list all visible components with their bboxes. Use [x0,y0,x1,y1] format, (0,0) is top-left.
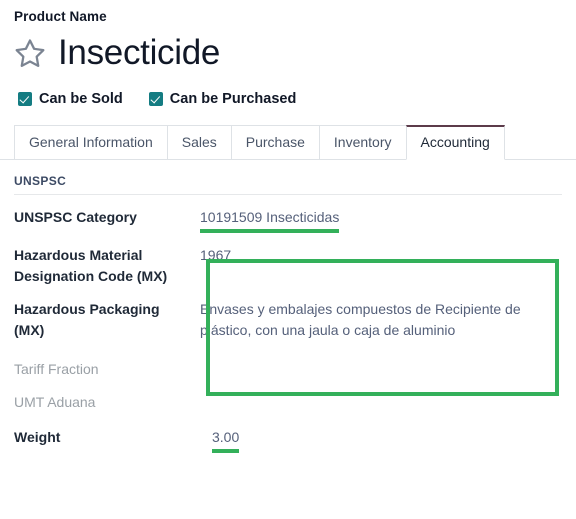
can-be-sold-group[interactable]: Can be Sold [18,91,123,107]
field-row-umt-aduana: UMT Aduana [14,392,562,413]
tab-accounting[interactable]: Accounting [405,125,505,160]
value-weight[interactable]: 3.00 [212,427,240,453]
value-tariff-fraction[interactable] [200,359,562,380]
value-umt-aduana[interactable] [200,392,562,413]
label-weight: Weight [14,429,61,445]
can-be-purchased-label: Can be Purchased [169,91,297,107]
title-row: Insecticide [14,31,562,75]
tab-sales[interactable]: Sales [166,125,232,160]
page-header: Product Name Insecticide [0,0,576,75]
field-row-weight: Weight 3.00 [14,427,562,453]
label-umt-aduana: UMT Aduana [14,394,96,410]
field-row-hazardous-packaging: Hazardous Packaging (MX) Envases y embal… [14,299,562,341]
can-be-purchased-checkbox[interactable] [148,92,163,106]
label-hazardous-packaging: Hazardous Packaging (MX) [14,301,160,338]
accounting-form: UNSPSC UNSPSC Category 10191509 Insectic… [0,174,576,453]
label-unspsc-category: UNSPSC Category [14,209,137,225]
product-flags-row: Can be Sold Can be Purchased [0,89,576,109]
star-outline-icon[interactable] [14,37,46,69]
value-wrap-weight: 3.00 [200,427,562,453]
form-rows: UNSPSC Category 10191509 Insecticidas Ha… [14,207,562,453]
field-row-tariff-fraction: Tariff Fraction [14,359,562,380]
tab-general-information[interactable]: General Information [14,125,168,160]
tab-purchase[interactable]: Purchase [230,125,320,160]
tab-inventory[interactable]: Inventory [318,125,407,160]
value-unspsc-category[interactable]: 10191509 Insecticidas [200,207,340,233]
section-title-unspsc: UNSPSC [14,174,562,195]
tab-bar: General Information Sales Purchase Inven… [0,125,576,160]
value-hazardous-packaging[interactable]: Envases y embalajes compuestos de Recipi… [200,299,562,341]
product-form-page: Product Name Insecticide Can be Sold Can… [0,0,576,519]
can-be-purchased-group[interactable]: Can be Purchased [148,91,297,107]
value-wrap-unspsc-category: 10191509 Insecticidas [200,207,562,233]
field-row-hazardous-material-code: Hazardous Material Designation Code (MX)… [14,245,562,287]
value-hazardous-material-code[interactable]: 1967 [200,245,562,266]
can-be-sold-label: Can be Sold [39,91,123,107]
label-hazardous-material-code: Hazardous Material Designation Code (MX) [14,247,168,284]
field-row-unspsc-category: UNSPSC Category 10191509 Insecticidas [14,207,562,233]
product-name-label: Product Name [14,9,107,24]
label-tariff-fraction: Tariff Fraction [14,361,99,377]
can-be-sold-checkbox[interactable] [18,92,32,106]
page-title: Insecticide [58,33,221,72]
